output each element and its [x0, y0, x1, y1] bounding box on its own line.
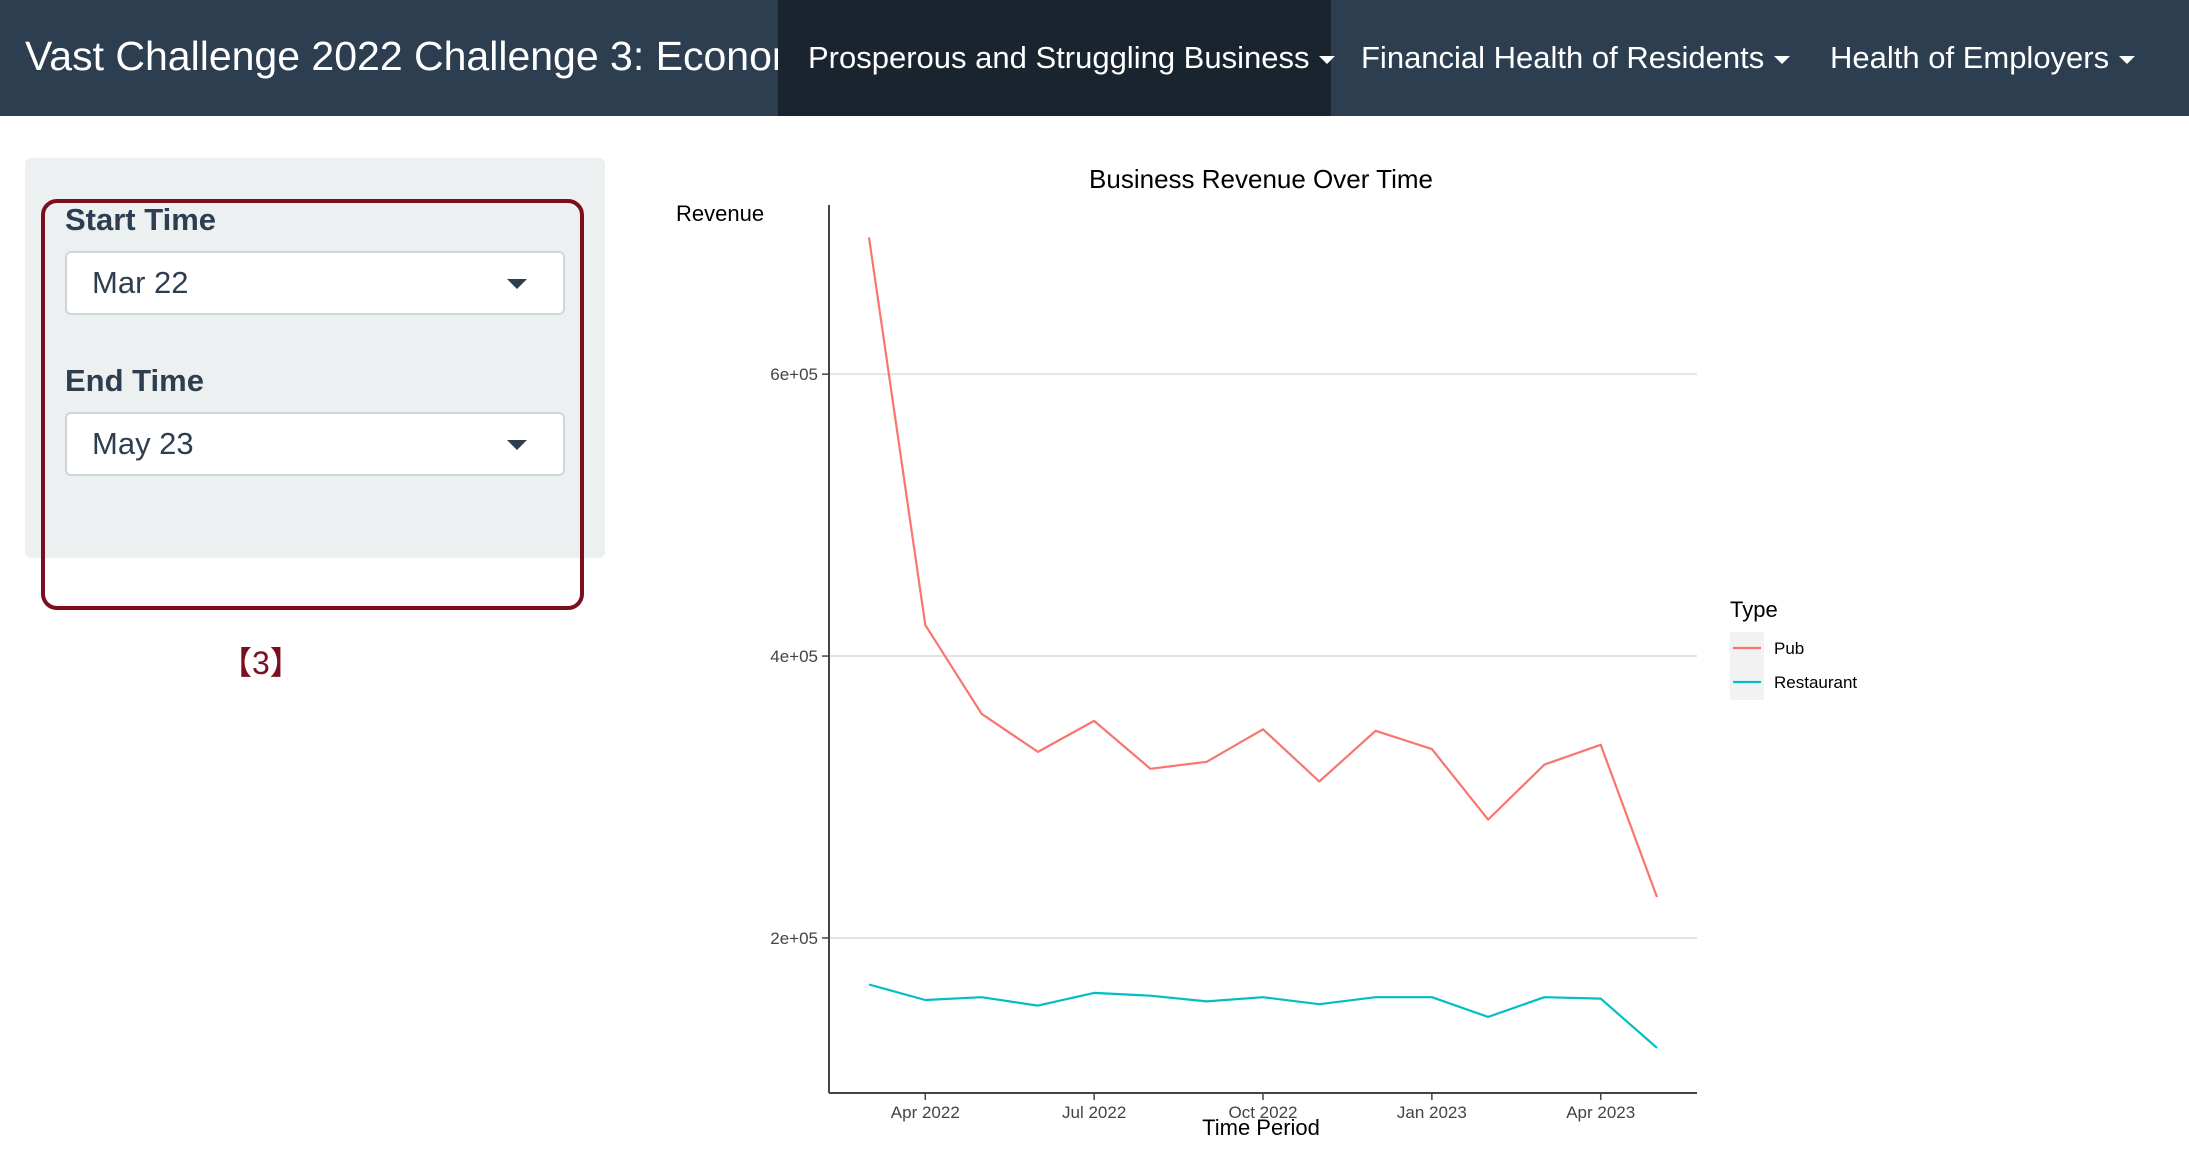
series-line-restaurant — [868, 983, 1658, 1049]
legend-label-restaurant: Restaurant — [1774, 673, 1857, 692]
x-tick-label: Apr 2023 — [1566, 1103, 1635, 1122]
nav-financial-health-residents[interactable]: Financial Health of Residents — [1331, 0, 1800, 116]
y-tick-label: 4e+05 — [770, 647, 818, 666]
y-tick-label: 6e+05 — [770, 365, 818, 384]
end-time-select[interactable]: May 23 — [65, 412, 565, 476]
nav-prosperous-business-label: Prosperous and Struggling Business — [808, 40, 1310, 75]
axis-ticks: 2e+054e+056e+05Apr 2022 Jul 2022 Oct 2022 J… — [770, 365, 1635, 1122]
annotation-mark-label: 【3】 — [220, 645, 302, 681]
x-axis-title: Time Period — [1202, 1115, 1320, 1140]
start-time-value: Mar 22 — [92, 265, 189, 300]
series-line-pub — [867, 237, 1659, 898]
start-time-label: Start Time — [65, 202, 217, 237]
chart-legend: Type Pub Restaurant — [1730, 597, 1857, 700]
series-lines — [867, 237, 1659, 1049]
chevron-down-icon — [507, 440, 527, 450]
legend-title: Type — [1730, 597, 1778, 622]
revenue-line-chart: 2e+054e+056e+05Apr 2022 Jul 2022 Oct 2022 J… — [676, 164, 1857, 1140]
nav-health-employers[interactable]: Health of Employers — [1800, 0, 2160, 116]
top-navbar: Vast Challenge 2022 Challenge 3: Economi… — [0, 0, 2189, 116]
x-tick-label: Apr 2022 — [891, 1103, 960, 1122]
start-time-select[interactable]: Mar 22 — [65, 251, 565, 315]
nav-health-employers-label: Health of Employers — [1830, 40, 2110, 75]
caret-down-icon — [1774, 55, 1791, 64]
end-time-value: May 23 — [92, 426, 194, 461]
nav-prosperous-business[interactable]: Prosperous and Struggling Business — [778, 0, 1336, 116]
y-tick-label: 2e+05 — [770, 929, 818, 948]
nav-financial-health-residents-label: Financial Health of Residents — [1361, 40, 1765, 75]
end-time-label: End Time — [65, 363, 204, 398]
y-axis-title: Revenue — [676, 201, 764, 226]
caret-down-icon — [2119, 55, 2136, 64]
navbar-brand[interactable]: Vast Challenge 2022 Challenge 3: Economi… — [25, 0, 836, 116]
chevron-down-icon — [507, 279, 527, 289]
grid-lines — [829, 373, 1697, 939]
x-tick-label: Jul 2022 — [1062, 1103, 1126, 1122]
chart-title: Business Revenue Over Time — [1089, 164, 1433, 194]
x-tick-label: Jan 2023 — [1397, 1103, 1467, 1122]
legend-label-pub: Pub — [1774, 639, 1804, 658]
